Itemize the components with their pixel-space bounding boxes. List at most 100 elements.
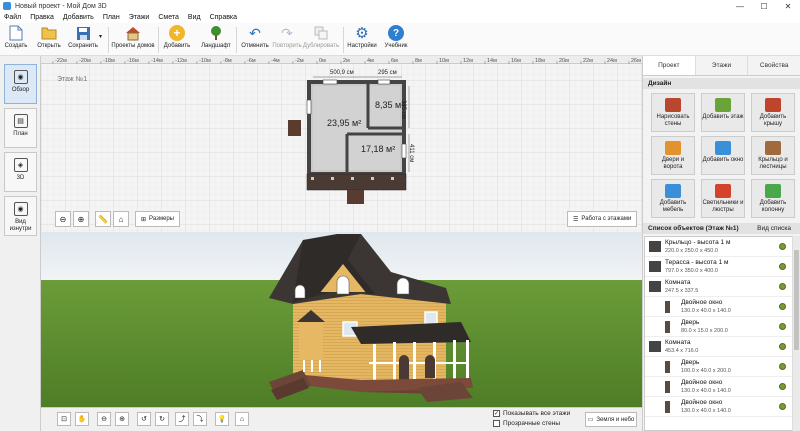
- duplicate-icon: [313, 25, 329, 41]
- tab-floors[interactable]: Этажи: [696, 56, 749, 75]
- 3d-view[interactable]: [41, 232, 642, 407]
- visibility-eye-icon[interactable]: [779, 363, 786, 370]
- zoom-in-button[interactable]: ⊕: [73, 211, 89, 227]
- visibility-eye-icon[interactable]: [779, 283, 786, 290]
- redo-button[interactable]: ↷ Повторить: [272, 24, 302, 55]
- ruler-tool-button[interactable]: 📏: [95, 211, 111, 227]
- inside-view-button[interactable]: ◉ Вид изнутри: [4, 196, 37, 236]
- object-name: Комната: [665, 279, 691, 286]
- show-all-floors-checkbox[interactable]: ✓ Показывать все этажи: [493, 410, 570, 417]
- menu-estimate[interactable]: Смета: [158, 14, 179, 21]
- plan-view-button[interactable]: ▤ План: [4, 108, 37, 148]
- tilt-down-button[interactable]: ⤵: [193, 412, 207, 426]
- close-button[interactable]: ✕: [776, 0, 800, 12]
- room-area-right[interactable]: 17,18 м²: [361, 144, 395, 154]
- object-list-scrollbar[interactable]: [792, 236, 800, 431]
- object-dimensions: 130.0 x 40.0 x 140.0: [681, 408, 731, 414]
- minimize-button[interactable]: —: [728, 0, 752, 12]
- object-dimensions: 130.0 x 40.0 x 140.0: [681, 388, 731, 394]
- menu-floors[interactable]: Этажи: [129, 14, 150, 21]
- create-button[interactable]: Создать: [3, 24, 29, 55]
- landscape-button[interactable]: Ландшафт: [200, 24, 232, 55]
- rotate-left-button[interactable]: ↺: [137, 412, 151, 426]
- column-icon: [765, 184, 781, 198]
- design-button-roof[interactable]: Добавить крышу: [751, 93, 795, 132]
- visibility-eye-icon[interactable]: [779, 323, 786, 330]
- object-list-item[interactable]: Двойное окно 130.0 x 40.0 x 140.0: [645, 377, 792, 397]
- tree-icon: [208, 25, 224, 41]
- design-button-column[interactable]: Добавить колонну: [751, 179, 795, 218]
- sizes-toggle-button[interactable]: ⊞ Размеры: [135, 211, 180, 227]
- help-question-icon: ?: [388, 25, 404, 41]
- select-tool-button[interactable]: ⊡: [57, 412, 71, 426]
- design-button-door[interactable]: Двери и ворота: [651, 136, 695, 175]
- tab-project[interactable]: Проект: [643, 56, 696, 75]
- object-list-item[interactable]: Двойное окно 130.0 x 40.0 x 140.0: [645, 297, 792, 317]
- tab-properties[interactable]: Свойства: [748, 56, 800, 75]
- duplicate-button[interactable]: Дублировать: [303, 24, 339, 55]
- object-list-item[interactable]: Крыльцо - высота 1 м 220.0 x 250.0 x 450.…: [645, 237, 792, 257]
- undo-button[interactable]: ↶ Отменить: [241, 24, 269, 55]
- hand-icon: ✋: [77, 416, 87, 423]
- transparent-walls-label: Прозрачные стены: [503, 420, 560, 427]
- view-3d-button[interactable]: ◈ 3D: [4, 152, 37, 192]
- ground-and-sky-button[interactable]: ▭ Земля и небо: [585, 412, 637, 427]
- overview-button[interactable]: ◉ Обзор: [4, 64, 37, 104]
- design-button-window[interactable]: Добавить окно: [701, 136, 745, 175]
- menu-edit[interactable]: Правка: [30, 14, 54, 21]
- pan-tool-button[interactable]: ✋: [75, 412, 89, 426]
- object-list-item[interactable]: Дверь 80.0 x 15.0 x 200.0: [645, 317, 792, 337]
- object-dimensions: 453.4 x 716.0: [665, 348, 699, 354]
- visibility-eye-icon[interactable]: [779, 383, 786, 390]
- room-area-main[interactable]: 23,95 м²: [327, 118, 361, 128]
- visibility-eye-icon[interactable]: [779, 303, 786, 310]
- object-dimensions: 100.0 x 40.0 x 200.0: [681, 368, 731, 374]
- rotate-right-button[interactable]: ↻: [155, 412, 169, 426]
- room-area-small[interactable]: 8,35 м²: [375, 100, 404, 110]
- transparent-walls-checkbox[interactable]: Прозрачные стены: [493, 420, 560, 427]
- design-button-brick-wall[interactable]: Нарисовать стены: [651, 93, 695, 132]
- checkbox-checked-icon: ✓: [493, 410, 500, 417]
- design-button-chair[interactable]: Добавить мебель: [651, 179, 695, 218]
- work-with-floors-button[interactable]: ☰ Работа с этажами: [567, 211, 638, 227]
- menu-file[interactable]: Файл: [4, 14, 21, 21]
- menu-view[interactable]: Вид: [188, 14, 201, 21]
- save-button[interactable]: Сохранить: [66, 24, 100, 55]
- visibility-eye-icon[interactable]: [779, 263, 786, 270]
- home-3d-button[interactable]: ⌂: [235, 412, 249, 426]
- object-list-item[interactable]: Двойное окно 130.0 x 40.0 x 140.0: [645, 397, 792, 417]
- home-view-button[interactable]: ⌂: [113, 211, 129, 227]
- tilt-up-button[interactable]: ⤴: [175, 412, 189, 426]
- maximize-button[interactable]: ☐: [752, 0, 776, 12]
- checkbox-unchecked-icon: [493, 420, 500, 427]
- app-logo-icon: [3, 2, 11, 10]
- object-list-item[interactable]: Терасса - высота 1 м 797.0 x 350.0 x 400.…: [645, 257, 792, 277]
- folder-icon: [41, 25, 57, 41]
- add-button[interactable]: + Добавить: [163, 24, 191, 55]
- zoom-out-button[interactable]: ⊖: [55, 211, 71, 227]
- open-button[interactable]: Открыть: [36, 24, 62, 55]
- visibility-eye-icon[interactable]: [779, 343, 786, 350]
- house-projects-button[interactable]: Проекты домов: [111, 24, 155, 55]
- settings-button[interactable]: ⚙ Настройки: [347, 24, 377, 55]
- zoom-in-3d-button[interactable]: ⊕: [115, 412, 129, 426]
- object-list-item[interactable]: Дверь 100.0 x 40.0 x 200.0: [645, 357, 792, 377]
- design-button-stairs[interactable]: Крыльцо и лестницы: [751, 136, 795, 175]
- design-button-lamp[interactable]: Светильники и люстры: [701, 179, 745, 218]
- list-view-toggle[interactable]: Вид списка: [757, 225, 791, 232]
- save-dropdown-arrow-icon[interactable]: ▾: [99, 33, 102, 40]
- tutorial-button[interactable]: ? Учебник: [382, 24, 410, 55]
- light-button[interactable]: 💡: [215, 412, 229, 426]
- design-button-add-floor[interactable]: Добавить этаж: [701, 93, 745, 132]
- menu-help[interactable]: Справка: [210, 14, 237, 21]
- visibility-eye-icon[interactable]: [779, 403, 786, 410]
- lamp-icon: [715, 184, 731, 198]
- floor-plan-view[interactable]: -22м -20м -18м -16м -14м -12м -10м -8м -6м -4м -2м…: [41, 56, 642, 232]
- visibility-eye-icon[interactable]: [779, 243, 786, 250]
- menu-plan[interactable]: План: [103, 14, 120, 21]
- terrace: [306, 173, 407, 191]
- object-list-item[interactable]: Комната 453.4 x 716.0: [645, 337, 792, 357]
- object-list-item[interactable]: Комната 247.5 x 337.5: [645, 277, 792, 297]
- zoom-out-3d-button[interactable]: ⊖: [97, 412, 111, 426]
- menu-add[interactable]: Добавить: [63, 14, 94, 21]
